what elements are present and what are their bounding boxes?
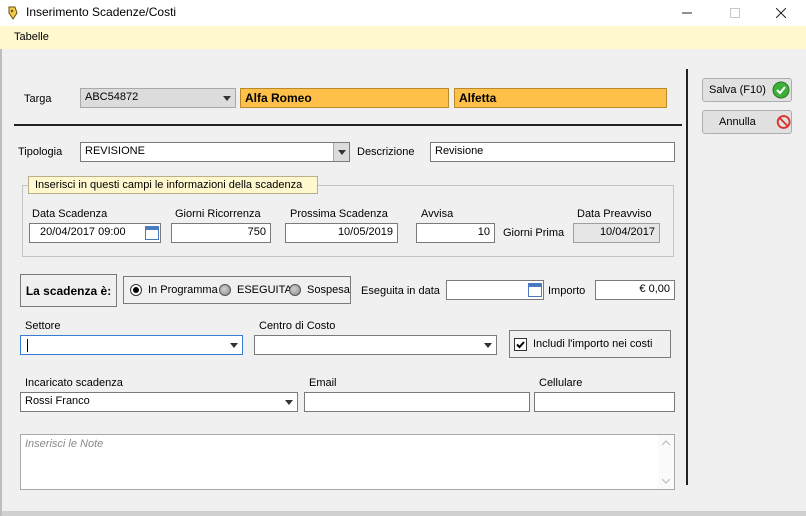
stato-label: La scadenza è: (25, 283, 112, 298)
horizontal-separator (14, 124, 682, 126)
radio-sospesa-label: Sospesa (307, 284, 350, 296)
settore-label: Settore (25, 320, 61, 332)
data-preavviso-label: Data Preavviso (577, 208, 652, 220)
incaricato-select[interactable]: Rossi Franco (20, 392, 298, 412)
menu-item-tabelle[interactable]: Tabelle (14, 31, 49, 43)
make-field: Alfa Romeo (240, 88, 449, 108)
note-textarea[interactable]: Inserisci le Note (20, 434, 675, 490)
checkbox-checked-icon[interactable] (514, 337, 527, 351)
data-scadenza-value: 20/04/2017 09:00 (40, 226, 126, 238)
prossima-scadenza-label: Prossima Scadenza (290, 208, 388, 220)
note-placeholder: Inserisci le Note (25, 438, 104, 450)
bottom-edge (2, 511, 806, 516)
avvisa-input[interactable]: 10 (416, 223, 495, 243)
data-scadenza-input[interactable]: 20/04/2017 09:00 (29, 223, 161, 243)
check-icon (772, 81, 790, 99)
cancel-button-label: Annulla (719, 116, 756, 128)
avvisa-label: Avvisa (421, 208, 454, 220)
email-input[interactable] (304, 392, 530, 412)
chevron-down-icon (219, 89, 235, 107)
targa-select[interactable]: ABC54872 (80, 88, 236, 108)
stato-radio-group: In Programma ESEGUITA Sospesa (123, 276, 351, 304)
targa-value: ABC54872 (85, 91, 139, 103)
close-icon[interactable] (758, 0, 804, 26)
importo-label: Importo (548, 285, 586, 297)
scadenza-hint: Inserisci in questi campi le informazion… (28, 176, 318, 194)
radio-in-programma[interactable]: In Programma (130, 284, 218, 296)
radio-eseguita[interactable]: ESEGUITA (219, 284, 292, 296)
data-preavviso-field: 10/04/2017 (573, 223, 660, 243)
save-button[interactable]: Salva (F10) (702, 78, 792, 102)
centro-costo-label: Centro di Costo (259, 320, 336, 332)
scadenza-group (22, 185, 674, 257)
descrizione-input[interactable]: Revisione (430, 142, 675, 162)
tipologia-value: REVISIONE (85, 145, 145, 157)
tipologia-label: Tipologia (18, 146, 63, 158)
cellulare-input[interactable] (534, 392, 675, 412)
giorni-ricorrenza-input[interactable]: 750 (171, 223, 271, 243)
incaricato-value: Rossi Franco (25, 395, 90, 407)
prossima-scadenza-input[interactable]: 10/05/2019 (285, 223, 398, 243)
calendar-icon[interactable] (145, 226, 159, 240)
incaricato-label: Incaricato scadenza (25, 377, 123, 389)
save-button-label: Salva (F10) (709, 84, 766, 96)
radio-eseguita-label: ESEGUITA (237, 284, 292, 296)
radio-unselected-icon (289, 284, 301, 296)
scroll-down-icon[interactable] (662, 478, 670, 484)
stato-box: La scadenza è: (20, 274, 117, 307)
eseguita-label: Eseguita in data (361, 285, 440, 297)
note-scrollbar[interactable] (658, 435, 674, 489)
giorni-ricorrenza-label: Giorni Ricorrenza (175, 208, 261, 220)
cancel-icon (776, 115, 791, 129)
scroll-up-icon[interactable] (662, 440, 670, 446)
maximize-icon[interactable] (712, 0, 758, 26)
radio-in-programma-label: In Programma (148, 284, 218, 296)
includi-checkbox-box[interactable]: Includi l'importo nei costi (509, 330, 671, 358)
chevron-down-icon (480, 336, 496, 354)
data-scadenza-label: Data Scadenza (32, 208, 108, 220)
radio-unselected-icon (219, 284, 231, 296)
calendar-icon[interactable] (528, 283, 542, 297)
centro-costo-select[interactable] (254, 335, 497, 355)
menu-bar: Tabelle (0, 26, 806, 49)
text-cursor (27, 339, 28, 352)
form-area: Salva (F10) Annulla Targa ABC54872 Alfa … (0, 49, 806, 516)
descrizione-label: Descrizione (357, 146, 415, 158)
tipologia-select[interactable]: REVISIONE (80, 142, 350, 162)
model-field: Alfetta (454, 88, 667, 108)
vertical-separator (686, 69, 688, 485)
chevron-down-icon (226, 336, 242, 354)
title-bar: Inserimento Scadenze/Costi (0, 0, 806, 26)
giorni-prima-label: Giorni Prima (503, 227, 565, 239)
window-title: Inserimento Scadenze/Costi (26, 5, 177, 19)
settore-select[interactable] (20, 335, 243, 355)
email-label: Email (309, 377, 337, 389)
targa-label: Targa (24, 93, 52, 105)
includi-label: Includi l'importo nei costi (533, 338, 653, 350)
app-icon (8, 6, 18, 20)
minimize-icon[interactable] (664, 0, 710, 26)
radio-sospesa[interactable]: Sospesa (289, 284, 350, 296)
cancel-button[interactable]: Annulla (702, 110, 792, 134)
chevron-down-icon (333, 143, 349, 161)
chevron-down-icon (281, 393, 297, 411)
radio-selected-icon (130, 284, 142, 296)
cellulare-label: Cellulare (539, 377, 583, 389)
importo-input[interactable]: € 0,00 (595, 280, 675, 300)
